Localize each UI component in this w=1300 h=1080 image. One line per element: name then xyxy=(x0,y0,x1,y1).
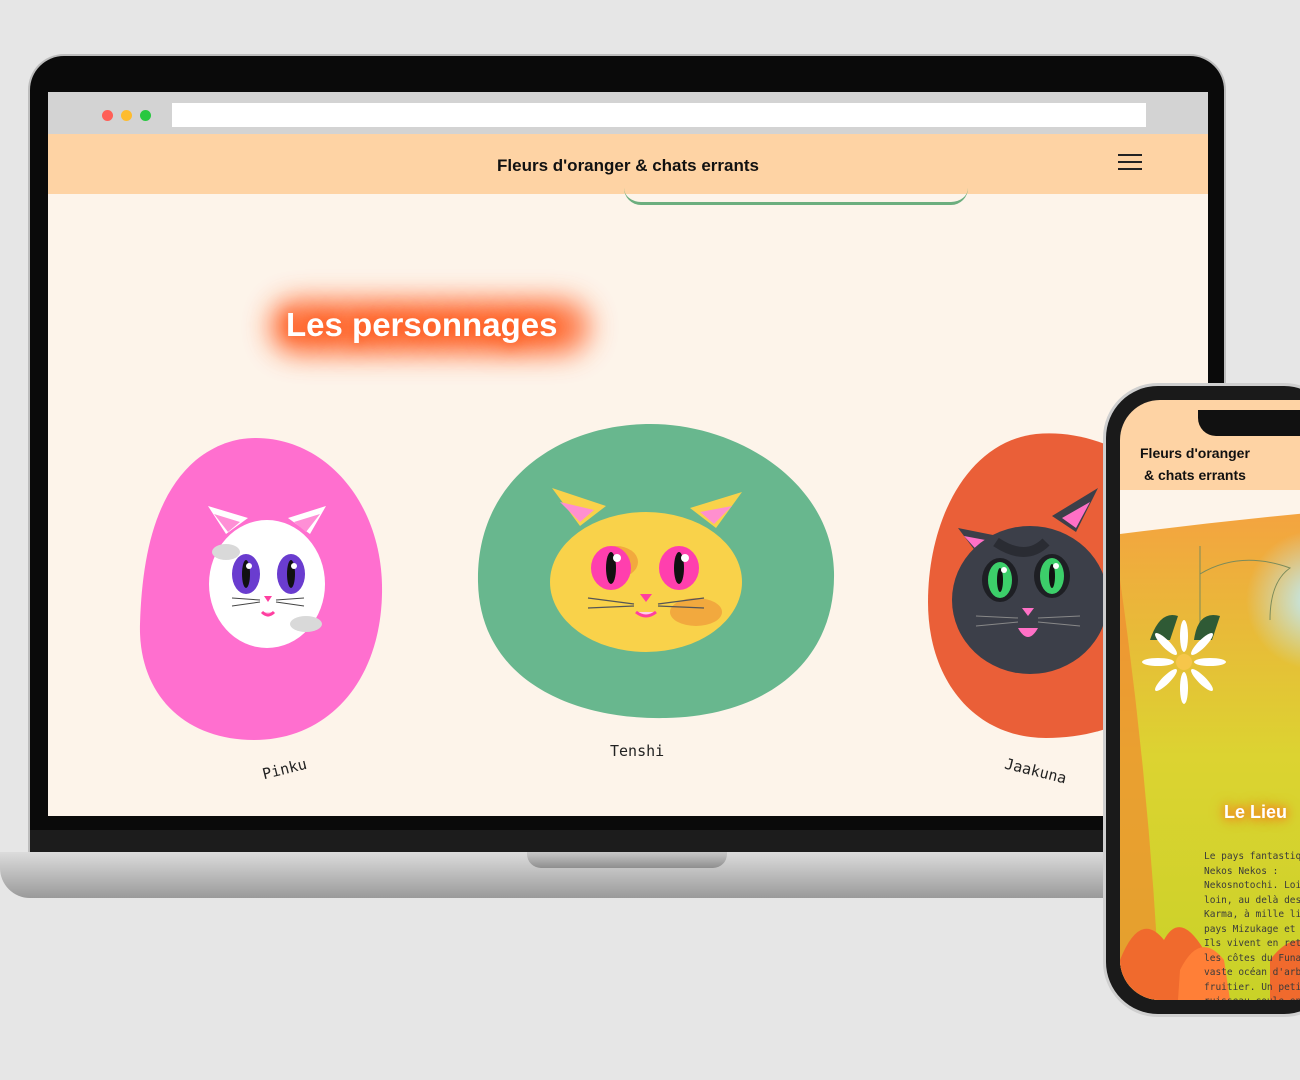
green-blob xyxy=(477,423,835,719)
site-header: Fleurs d'oranger & chats errants xyxy=(48,134,1208,194)
desktop-screen: Fleurs d'oranger & chats errants Les per… xyxy=(48,92,1208,816)
mobile-site-title: Fleurs d'oranger & chats errants xyxy=(1140,442,1250,486)
pink-blob xyxy=(139,438,383,740)
decorative-curve xyxy=(624,188,968,205)
phone-frame: Fleurs d'oranger & chats errants Le Lieu… xyxy=(1106,386,1300,1014)
mobile-title-line2: & chats errants xyxy=(1144,467,1246,483)
character-card-tenshi[interactable]: Tenshi xyxy=(476,422,836,762)
yellow-cat-icon xyxy=(550,488,742,652)
mobile-section-title: Le Lieu xyxy=(1224,802,1288,822)
mobile-section-text: Le pays fantastiq Nekos Nekos : Nekosnot… xyxy=(1204,851,1300,1000)
hamburger-menu-icon[interactable] xyxy=(1118,154,1142,172)
laptop-chin xyxy=(30,830,1224,854)
maximize-window-button[interactable] xyxy=(140,110,151,121)
character-card-pinku[interactable]: Pinku xyxy=(136,434,386,794)
character-name: Jaakuna xyxy=(1002,754,1069,788)
white-cat-icon xyxy=(208,506,326,648)
close-window-button[interactable] xyxy=(102,110,113,121)
section-title: Les personnages xyxy=(286,306,558,343)
character-name: Tenshi xyxy=(610,742,665,760)
mobile-hero: Le Lieu Le pays fantastiq Nekos Nekos : … xyxy=(1120,490,1300,1000)
minimize-window-button[interactable] xyxy=(121,110,132,121)
site-title: Fleurs d'oranger & chats errants xyxy=(497,156,759,175)
mobile-title-line1: Fleurs d'oranger xyxy=(1140,445,1250,461)
phone-notch xyxy=(1198,410,1300,436)
character-name: Pinku xyxy=(260,754,309,784)
mobile-screen: Fleurs d'oranger & chats errants Le Lieu… xyxy=(1120,400,1300,1000)
browser-toolbar xyxy=(48,92,1208,134)
laptop-notch xyxy=(527,852,727,868)
address-bar[interactable] xyxy=(172,103,1146,127)
